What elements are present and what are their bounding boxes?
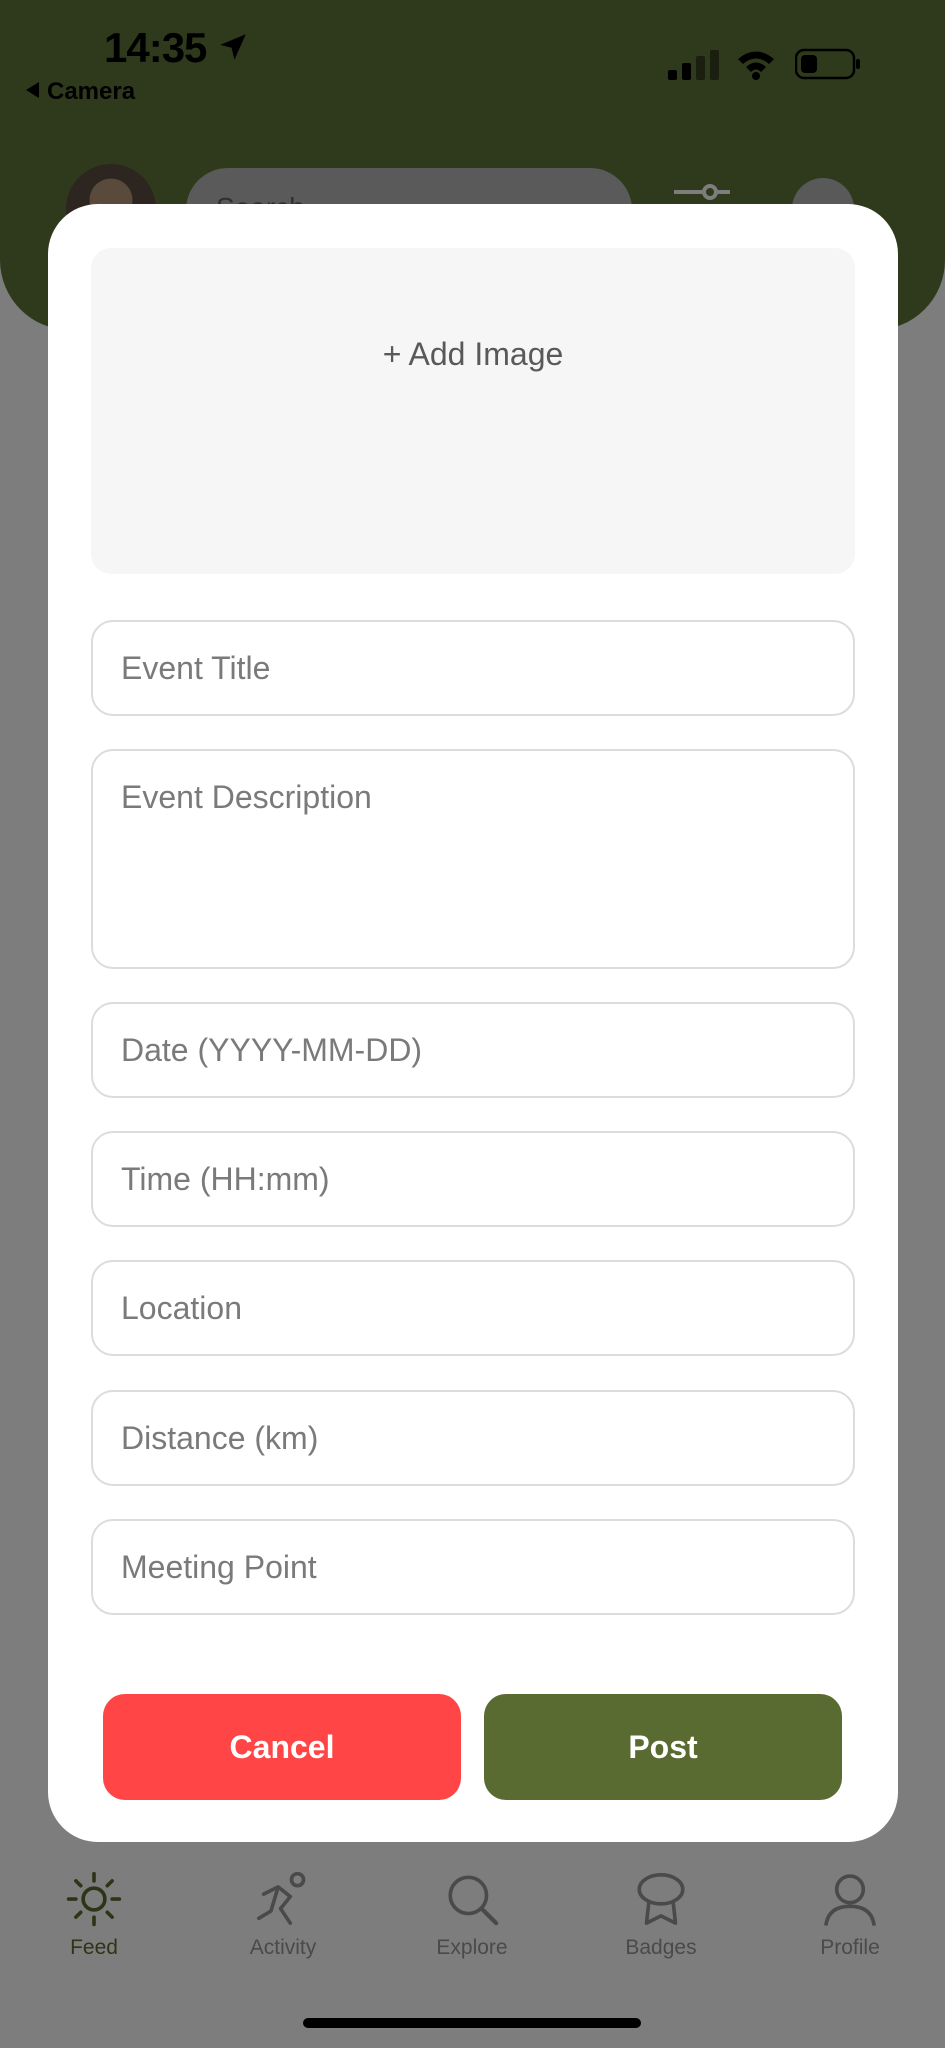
add-image-label: + Add Image — [382, 336, 564, 372]
meeting-point-input[interactable]: Meeting Point — [91, 1519, 855, 1615]
back-label: Camera — [47, 78, 136, 105]
back-to-camera-link[interactable]: Camera — [26, 78, 135, 106]
tab-label: Explore — [436, 1936, 508, 1959]
battery-icon — [795, 48, 860, 80]
create-event-modal: + Add Image Event Title Event Descriptio… — [48, 204, 898, 1842]
tab-feed[interactable]: Feed — [14, 1870, 174, 1960]
sun-icon — [66, 1871, 122, 1927]
tab-label: Badges — [625, 1936, 697, 1959]
distance-input[interactable]: Distance (km) — [91, 1390, 855, 1486]
event-title-input[interactable]: Event Title — [91, 620, 855, 716]
person-icon — [824, 1874, 876, 1926]
back-triangle-icon — [26, 82, 39, 98]
tab-activity[interactable]: Activity — [203, 1870, 363, 1960]
location-arrow-icon — [220, 34, 246, 60]
bottom-tab-bar: Feed Activity Explore Badges Profile — [0, 1870, 945, 1990]
tab-profile[interactable]: Profile — [770, 1870, 930, 1960]
status-time: 14:35 — [104, 24, 207, 71]
location-input[interactable]: Location — [91, 1260, 855, 1356]
tab-label: Feed — [70, 1936, 118, 1959]
search-icon — [448, 1875, 499, 1926]
add-image-area[interactable]: + Add Image — [91, 248, 855, 574]
tab-label: Activity — [249, 1936, 317, 1959]
runner-icon — [257, 1871, 306, 1925]
home-indicator — [303, 2018, 641, 2028]
badge-icon — [637, 1873, 685, 1925]
tab-label: Profile — [820, 1936, 880, 1959]
tab-explore[interactable]: Explore — [392, 1870, 552, 1960]
post-button[interactable]: Post — [484, 1694, 842, 1800]
date-input[interactable]: Date (YYYY-MM-DD) — [91, 1002, 855, 1098]
time-input[interactable]: Time (HH:mm) — [91, 1131, 855, 1227]
event-description-input[interactable]: Event Description — [91, 749, 855, 969]
wifi-icon — [738, 51, 774, 80]
cancel-button[interactable]: Cancel — [103, 1694, 461, 1800]
cellular-signal-icon — [668, 50, 719, 80]
tab-badges[interactable]: Badges — [581, 1870, 741, 1960]
